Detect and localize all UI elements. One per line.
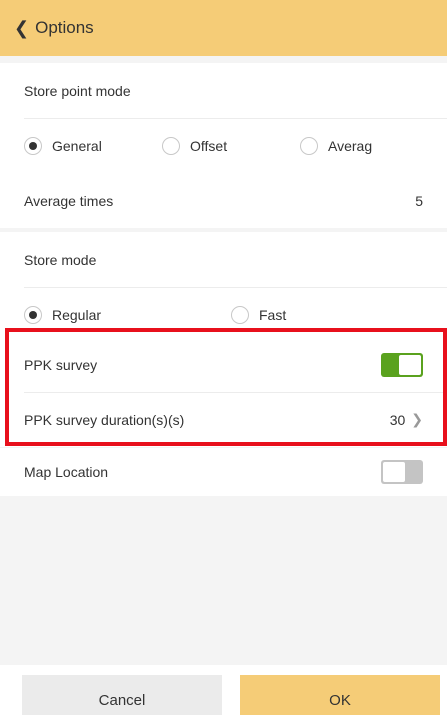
radio-label: General bbox=[52, 137, 102, 154]
footer-bar: Cancel OK bbox=[0, 665, 447, 715]
store-mode-section: Store mode Regular Fast bbox=[0, 232, 447, 342]
radio-offset[interactable]: Offset bbox=[162, 136, 228, 155]
store-point-options-row: General Offset Averag bbox=[0, 118, 447, 173]
map-location-toggle[interactable] bbox=[381, 460, 423, 484]
radio-label: Averag bbox=[328, 137, 373, 154]
average-times-label: Average times bbox=[24, 192, 114, 209]
store-mode-title-row: Store mode bbox=[0, 232, 447, 287]
cancel-button[interactable]: Cancel bbox=[22, 675, 222, 715]
map-location-section: Map Location bbox=[0, 448, 447, 496]
radio-selected-icon bbox=[24, 136, 42, 155]
back-button[interactable]: ❮ Options bbox=[14, 18, 94, 38]
ppk-survey-row: PPK survey bbox=[0, 337, 447, 392]
ppk-survey-toggle[interactable] bbox=[381, 352, 423, 377]
chevron-left-icon: ❮ bbox=[14, 18, 30, 38]
radio-unselected-icon bbox=[300, 136, 318, 155]
radio-label: Offset bbox=[190, 137, 228, 154]
store-mode-title: Store mode bbox=[24, 251, 97, 268]
radio-unselected-icon bbox=[162, 136, 180, 155]
ppk-duration-label: PPK survey duration(s)(s) bbox=[24, 411, 185, 428]
average-times-row[interactable]: Average times 5 bbox=[0, 173, 447, 228]
radio-regular[interactable]: Regular bbox=[24, 305, 102, 324]
store-mode-options-row: Regular Fast bbox=[0, 287, 447, 342]
app-header: ❮ Options bbox=[0, 0, 447, 56]
map-location-row: Map Location bbox=[0, 448, 447, 496]
map-location-label: Map Location bbox=[24, 464, 109, 480]
ppk-duration-row[interactable]: PPK survey duration(s)(s) 30 ❯ bbox=[0, 392, 447, 447]
ppk-survey-label: PPK survey bbox=[24, 356, 98, 373]
toggle-knob bbox=[399, 354, 421, 375]
chevron-right-icon: ❯ bbox=[411, 411, 423, 427]
store-point-section: Store point mode General Offset Averag bbox=[0, 63, 447, 173]
average-times-value: 5 bbox=[415, 192, 423, 209]
store-point-title-row: Store point mode bbox=[0, 63, 447, 118]
radio-average[interactable]: Averag bbox=[300, 136, 373, 155]
toggle-knob bbox=[383, 462, 405, 482]
radio-unselected-icon bbox=[231, 305, 249, 324]
header-title: Options bbox=[35, 18, 94, 37]
ppk-section: PPK survey PPK survey duration(s)(s) 30 … bbox=[0, 337, 447, 447]
average-times-section: Average times 5 bbox=[0, 173, 447, 228]
radio-selected-icon bbox=[24, 305, 42, 324]
ok-button[interactable]: OK bbox=[240, 675, 440, 715]
store-point-title: Store point mode bbox=[24, 82, 131, 99]
radio-general[interactable]: General bbox=[24, 136, 102, 155]
ppk-duration-value: 30 bbox=[389, 411, 406, 428]
radio-label: Fast bbox=[259, 306, 287, 323]
radio-label: Regular bbox=[52, 306, 102, 323]
radio-fast[interactable]: Fast bbox=[231, 305, 287, 324]
